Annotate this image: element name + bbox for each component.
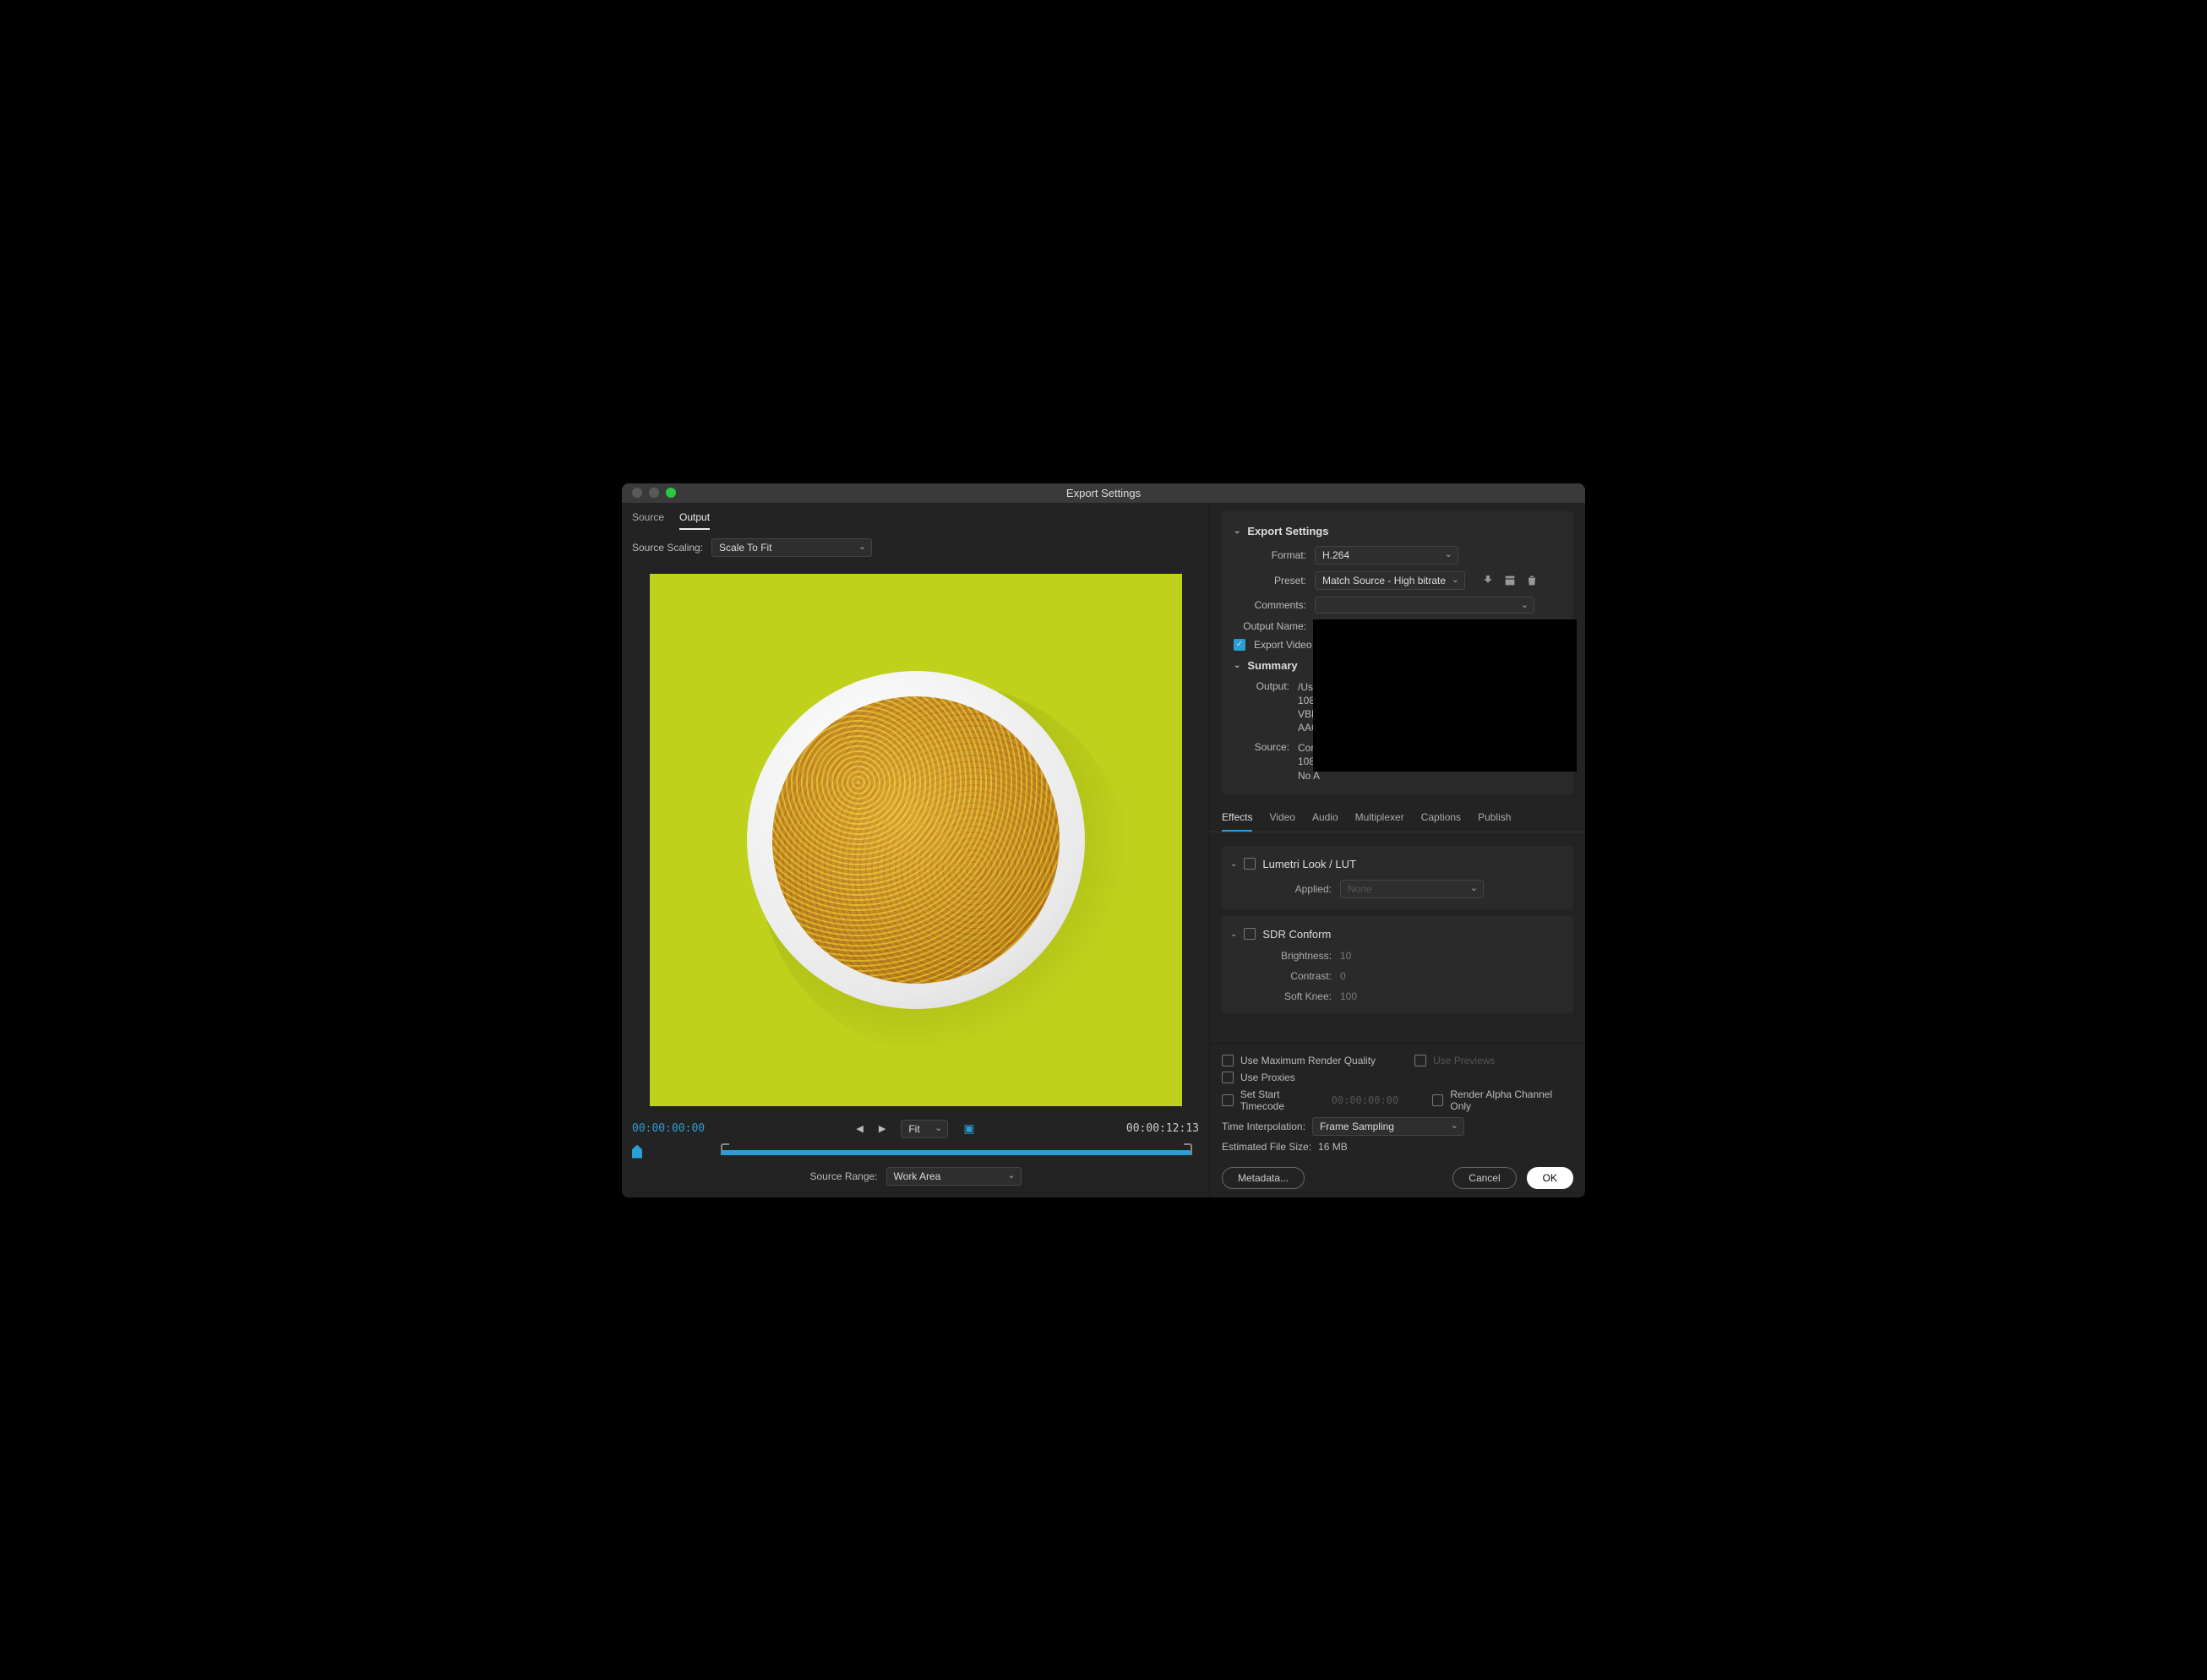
preview-pane: Source Output Source Scaling: Scale To F… bbox=[622, 503, 1209, 1197]
tab-source[interactable]: Source bbox=[632, 511, 664, 530]
brightness-value[interactable]: 10 bbox=[1340, 950, 1351, 962]
tab-audio[interactable]: Audio bbox=[1312, 811, 1338, 832]
softknee-label: Soft Knee: bbox=[1230, 990, 1332, 1002]
cancel-button[interactable]: Cancel bbox=[1452, 1167, 1516, 1189]
softknee-value[interactable]: 100 bbox=[1340, 990, 1357, 1002]
tab-multiplexer[interactable]: Multiplexer bbox=[1355, 811, 1404, 832]
window-minimize-button[interactable] bbox=[649, 488, 659, 498]
titlebar: Export Settings bbox=[622, 483, 1585, 503]
use-previews-label: Use Previews bbox=[1433, 1055, 1495, 1066]
est-size-label: Estimated File Size: bbox=[1222, 1141, 1311, 1153]
max-render-checkbox[interactable] bbox=[1222, 1055, 1234, 1066]
lumetri-toggle[interactable]: ⌄ Lumetri Look / LUT bbox=[1230, 853, 1565, 875]
chevron-down-icon: ⌄ bbox=[1230, 930, 1237, 939]
playhead[interactable] bbox=[632, 1145, 642, 1159]
window-close-button[interactable] bbox=[632, 488, 642, 498]
window-maximize-button[interactable] bbox=[666, 488, 676, 498]
save-preset-icon[interactable] bbox=[1480, 573, 1496, 588]
delete-preset-icon[interactable] bbox=[1524, 573, 1539, 588]
comments-input[interactable] bbox=[1315, 597, 1534, 614]
format-label: Format: bbox=[1234, 549, 1306, 561]
preset-select[interactable]: Match Source - High bitrate bbox=[1315, 571, 1465, 590]
applied-select: None bbox=[1340, 880, 1484, 898]
export-video-checkbox[interactable]: ✓ bbox=[1234, 639, 1245, 651]
time-interp-select[interactable]: Frame Sampling bbox=[1312, 1117, 1464, 1136]
export-settings-toggle[interactable]: ⌄ Export Settings bbox=[1234, 520, 1561, 543]
render-alpha-checkbox[interactable] bbox=[1432, 1094, 1444, 1106]
tab-video[interactable]: Video bbox=[1269, 811, 1294, 832]
timecode-duration: 00:00:12:13 bbox=[1126, 1122, 1199, 1135]
import-preset-icon[interactable] bbox=[1502, 573, 1518, 588]
sdr-label: SDR Conform bbox=[1262, 928, 1331, 941]
preset-label: Preset: bbox=[1234, 575, 1306, 586]
start-timecode-checkbox[interactable] bbox=[1222, 1094, 1234, 1106]
summary-heading: Summary bbox=[1247, 659, 1297, 672]
use-proxies-checkbox[interactable] bbox=[1222, 1072, 1234, 1083]
preview-content bbox=[747, 671, 1085, 1009]
export-option-tabs: Effects Video Audio Multiplexer Captions… bbox=[1210, 803, 1585, 832]
tab-effects[interactable]: Effects bbox=[1222, 811, 1252, 832]
start-timecode-label: Set Start Timecode bbox=[1240, 1088, 1325, 1112]
source-range-select[interactable]: Work Area bbox=[886, 1167, 1022, 1186]
source-scaling-label: Source Scaling: bbox=[632, 542, 703, 554]
zoom-fit-select[interactable]: Fit bbox=[901, 1120, 948, 1138]
export-settings-heading: Export Settings bbox=[1247, 525, 1328, 537]
lumetri-label: Lumetri Look / LUT bbox=[1262, 858, 1356, 870]
redacted-region bbox=[1313, 619, 1577, 772]
video-preview bbox=[650, 574, 1182, 1106]
contrast-value[interactable]: 0 bbox=[1340, 970, 1346, 982]
summary-output-label: Output: bbox=[1234, 680, 1289, 692]
ok-button[interactable]: OK bbox=[1527, 1167, 1573, 1189]
chevron-down-icon: ⌄ bbox=[1234, 661, 1240, 670]
start-timecode-value: 00:00:00:00 bbox=[1332, 1094, 1398, 1106]
aspect-ratio-button[interactable]: ▣ bbox=[963, 1121, 974, 1136]
source-scaling-select[interactable]: Scale To Fit bbox=[711, 538, 872, 557]
tab-publish[interactable]: Publish bbox=[1478, 811, 1511, 832]
brightness-label: Brightness: bbox=[1230, 950, 1332, 962]
use-proxies-label: Use Proxies bbox=[1240, 1072, 1295, 1083]
next-frame-button[interactable]: ▶ bbox=[879, 1123, 886, 1134]
output-name-label: Output Name: bbox=[1234, 620, 1306, 632]
export-settings-card: ⌄ Export Settings Format: H.264 Preset: … bbox=[1222, 511, 1573, 794]
chevron-down-icon: ⌄ bbox=[1234, 526, 1240, 536]
use-previews-checkbox bbox=[1414, 1055, 1426, 1066]
applied-label: Applied: bbox=[1230, 883, 1332, 895]
timeline-scrubber[interactable] bbox=[632, 1143, 1199, 1164]
export-video-label: Export Video bbox=[1254, 639, 1312, 651]
est-size-value: 16 MB bbox=[1318, 1141, 1348, 1153]
sdr-checkbox[interactable] bbox=[1244, 928, 1256, 940]
contrast-label: Contrast: bbox=[1230, 970, 1332, 982]
summary-source-label: Source: bbox=[1234, 741, 1289, 753]
tab-captions[interactable]: Captions bbox=[1421, 811, 1461, 832]
window-title: Export Settings bbox=[622, 487, 1585, 499]
render-alpha-label: Render Alpha Channel Only bbox=[1450, 1088, 1573, 1112]
tab-output[interactable]: Output bbox=[679, 511, 710, 530]
timecode-current[interactable]: 00:00:00:00 bbox=[632, 1122, 705, 1135]
sdr-toggle[interactable]: ⌄ SDR Conform bbox=[1230, 923, 1565, 946]
format-select[interactable]: H.264 bbox=[1315, 546, 1458, 565]
max-render-label: Use Maximum Render Quality bbox=[1240, 1055, 1376, 1066]
lumetri-checkbox[interactable] bbox=[1244, 858, 1256, 870]
chevron-down-icon: ⌄ bbox=[1230, 859, 1237, 869]
comments-label: Comments: bbox=[1234, 599, 1306, 611]
metadata-button[interactable]: Metadata... bbox=[1222, 1167, 1305, 1189]
time-interp-label: Time Interpolation: bbox=[1222, 1121, 1305, 1132]
export-settings-window: Export Settings Source Output Source Sca… bbox=[622, 483, 1585, 1197]
prev-frame-button[interactable]: ◀ bbox=[856, 1123, 863, 1134]
source-range-label: Source Range: bbox=[809, 1170, 877, 1182]
